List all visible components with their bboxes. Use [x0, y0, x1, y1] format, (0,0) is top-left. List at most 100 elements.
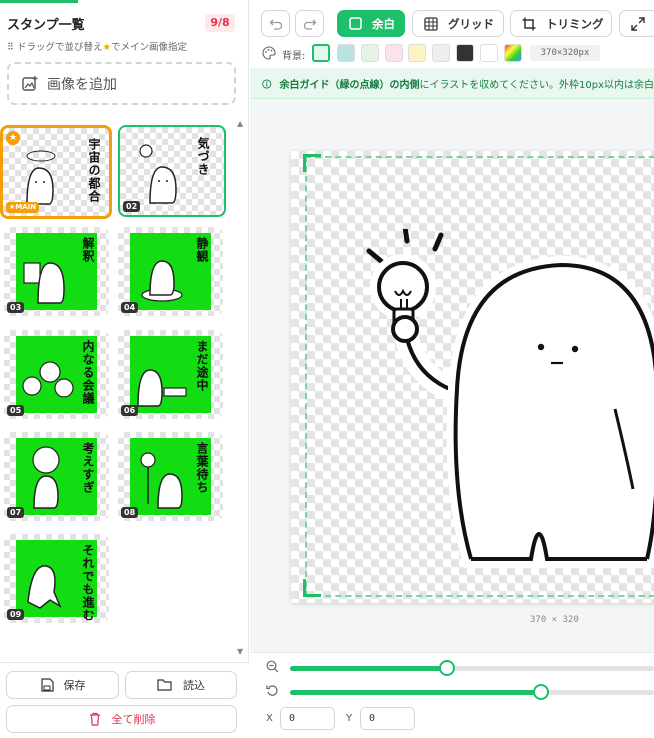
stamp-caption: まだ途中 — [195, 340, 209, 392]
stamp-number: 07 — [7, 507, 25, 518]
save-button[interactable]: 保存 — [6, 671, 119, 699]
folder-icon — [157, 679, 172, 691]
guide-corner — [303, 579, 321, 597]
stamp-grid: 宇宙の都合 ★ ★MAIN 気づき 02 解釈 03 静観 04 内なる会議 0… — [0, 117, 249, 662]
background-selector: 背景: 370×320px — [250, 44, 654, 68]
main-badge: ★MAIN — [6, 202, 40, 213]
stamp-caption: それでも進む — [81, 544, 95, 622]
palette-icon — [262, 46, 276, 60]
rotate-slider-knob[interactable] — [533, 684, 550, 700]
stamp-illustration — [141, 260, 183, 302]
stamp-number: 03 — [7, 302, 25, 313]
zoom-slider[interactable] — [290, 660, 654, 676]
stamp-thumbnail-09[interactable]: それでも進む 09 — [4, 534, 109, 623]
stamp-thumbnail-06[interactable]: まだ途中 06 — [118, 330, 223, 419]
swatch-transparent[interactable] — [312, 44, 330, 62]
trim-button[interactable]: トリミング — [510, 10, 612, 37]
stamp-thumbnail-04[interactable]: 静観 04 — [118, 227, 223, 316]
stamp-caption: 気づき — [196, 137, 210, 176]
swatch-gray[interactable] — [432, 44, 450, 62]
margin-guide-toggle[interactable]: 余白 — [337, 10, 405, 37]
swatch-pink[interactable] — [385, 44, 403, 62]
x-input[interactable]: 0 — [280, 707, 335, 730]
stamp-thumbnail-05[interactable]: 内なる会議 05 — [4, 330, 109, 419]
swatch-teal[interactable] — [337, 44, 355, 62]
zoom-slider-fill — [290, 666, 447, 671]
rotate-slider-fill — [290, 690, 542, 695]
margin-label: 余白 — [372, 16, 395, 31]
rotate-slider[interactable] — [290, 684, 654, 700]
guide-corner — [303, 154, 321, 172]
scroll-down-arrow-icon[interactable]: ▼ — [237, 647, 243, 656]
stamp-number: 05 — [7, 405, 25, 416]
rotate-icon — [266, 684, 279, 700]
stamp-thumbnail-01[interactable]: 宇宙の都合 ★ ★MAIN — [0, 125, 112, 219]
swatch-white[interactable] — [480, 44, 498, 62]
background-label: 背景: — [282, 51, 306, 62]
stamp-illustration — [22, 361, 74, 398]
guide-bold-text: 余白ガイド（緑の点線）の内側 — [279, 80, 420, 91]
stamp-thumbnail-03[interactable]: 解釈 03 — [4, 227, 109, 316]
swatch-yellow[interactable] — [408, 44, 426, 62]
canvas-size-label: 370 × 320 — [530, 615, 579, 625]
stamp-illustration — [32, 446, 60, 509]
stamp-caption: 解釈 — [81, 237, 95, 263]
y-input[interactable]: 0 — [360, 707, 415, 730]
stamp-illustration — [23, 262, 65, 304]
sidebar-scrollbar[interactable]: ▲ ▼ — [236, 117, 247, 662]
stamp-caption: 考えすぎ — [81, 442, 95, 494]
sticker-illustration[interactable] — [361, 229, 654, 569]
editor-area: 余白 グリッド トリミング 背景: 370×320px 余白ガイド（緑の点線）の… — [250, 0, 654, 738]
stamp-illustration — [27, 565, 62, 609]
add-image-button[interactable]: 画像を追加 — [7, 62, 236, 105]
sidebar-actions: 保存 読込 全て削除 — [0, 662, 249, 738]
stamp-caption: 内なる会議 — [81, 340, 95, 405]
add-image-label: 画像を追加 — [47, 76, 117, 93]
delete-all-label: 全て削除 — [111, 713, 156, 726]
zoom-slider-knob[interactable] — [438, 660, 455, 676]
redo-button[interactable] — [295, 10, 324, 37]
stamp-thumbnail-02[interactable]: 気づき 02 — [118, 125, 226, 217]
y-label: Y — [346, 713, 353, 724]
sticker-canvas[interactable] — [291, 151, 654, 603]
stamp-number: 02 — [123, 201, 141, 212]
stamp-illustration — [137, 369, 187, 407]
sidebar-title: スタンプ一覧 — [7, 18, 85, 33]
trash-icon — [89, 712, 100, 726]
delete-all-button[interactable]: 全て削除 — [6, 705, 237, 733]
stamp-sidebar: スタンプ一覧 9/8 ⠿ ドラッグで並び替え★でメイン画像指定 画像を追加 宇宙… — [0, 0, 249, 738]
undo-button[interactable] — [261, 10, 290, 37]
swatch-custom-color[interactable] — [504, 44, 522, 62]
trim-label: トリミング — [546, 16, 604, 31]
square-icon — [349, 17, 362, 30]
stamp-illustration — [26, 150, 56, 205]
stamp-caption: 静観 — [195, 237, 209, 263]
hint-prefix: ⠿ ドラッグで並び替え — [7, 42, 103, 53]
grid-icon — [424, 16, 438, 31]
grid-toggle[interactable]: グリッド — [412, 10, 504, 37]
swatch-mint[interactable] — [361, 44, 379, 62]
guide-notice: 余白ガイド（緑の点線）の内側にイラストを収めてください。外枠10px以内は余白 — [250, 69, 654, 99]
transform-controls: X 0 Y 0 — [250, 652, 654, 738]
progress-accent-line — [0, 0, 78, 3]
fullscreen-button[interactable] — [619, 10, 654, 37]
stamp-number: 09 — [7, 609, 25, 620]
load-button[interactable]: 読込 — [125, 671, 237, 699]
scroll-up-arrow-icon[interactable]: ▲ — [237, 119, 243, 128]
crop-icon — [522, 17, 536, 30]
star-icon: ★ — [102, 42, 112, 53]
editor-toolbar: 余白 グリッド トリミング — [250, 0, 654, 44]
expand-icon — [631, 16, 645, 31]
stamp-number: 06 — [121, 405, 139, 416]
stamp-thumbnail-08[interactable]: 言葉待ち 08 — [118, 432, 223, 521]
undo-icon — [269, 19, 283, 30]
save-label: 保存 — [63, 679, 86, 692]
save-icon — [40, 678, 54, 692]
stamp-thumbnail-07[interactable]: 考えすぎ 07 — [4, 432, 109, 521]
stamp-number: 08 — [121, 507, 139, 518]
stamp-caption: 言葉待ち — [195, 442, 209, 494]
load-label: 読込 — [183, 679, 205, 692]
x-label: X — [266, 713, 273, 724]
guide-text: にイラストを収めてください。外枠10px以内は余白 — [419, 80, 654, 91]
swatch-black[interactable] — [456, 44, 474, 62]
